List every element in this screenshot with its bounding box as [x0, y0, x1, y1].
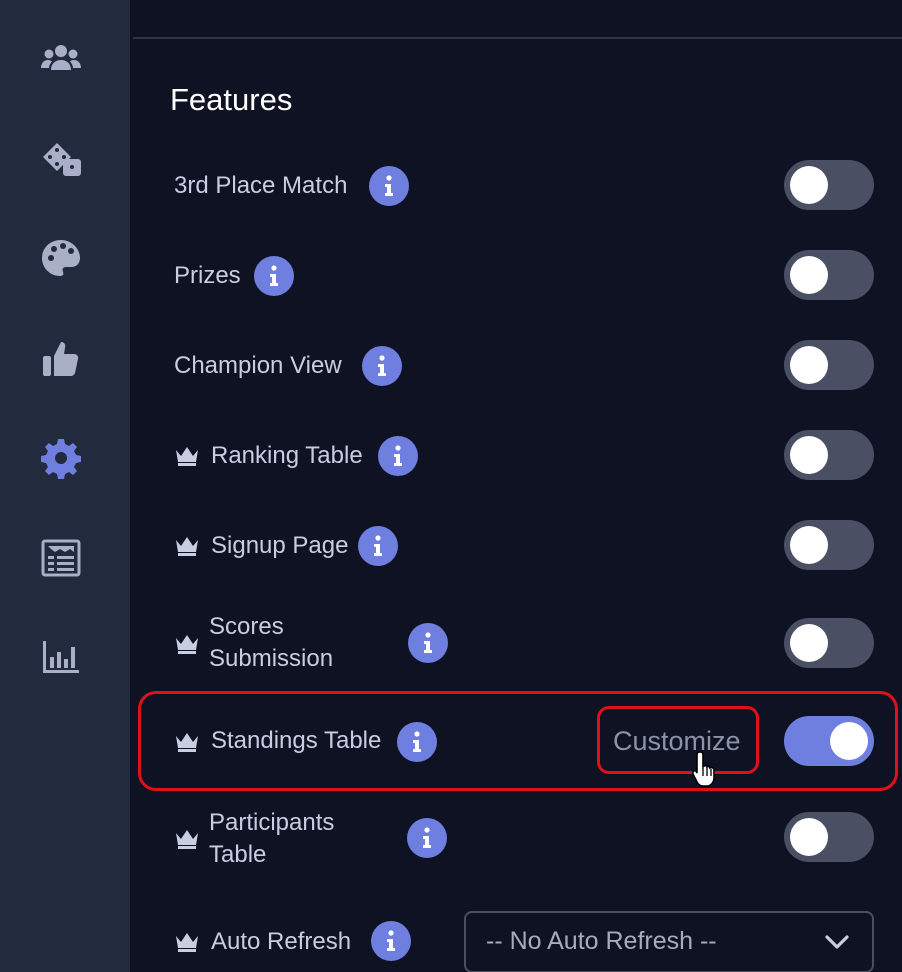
toggle-participants-table[interactable] — [784, 812, 874, 862]
toggle-knob — [790, 818, 828, 856]
crown-icon — [174, 535, 200, 557]
newspaper-icon[interactable] — [36, 533, 86, 583]
info-icon[interactable] — [407, 818, 447, 858]
toggle-knob — [790, 624, 828, 662]
crown-icon — [174, 731, 200, 753]
toggle-knob — [790, 346, 828, 384]
feature-label-line2: Table — [209, 841, 267, 868]
info-icon[interactable] — [408, 623, 448, 663]
toggle-champion-view[interactable] — [784, 340, 874, 390]
divider — [133, 37, 902, 39]
gear-icon[interactable] — [36, 433, 86, 483]
info-icon[interactable] — [369, 166, 409, 206]
info-icon[interactable] — [397, 722, 437, 762]
feature-row-signup-page: Signup Page — [130, 510, 902, 580]
info-icon[interactable] — [362, 346, 402, 386]
toggle-knob — [790, 526, 828, 564]
feature-label-line2: Submission — [209, 645, 334, 672]
feature-row-3rd-place-match: 3rd Place Match — [130, 150, 902, 220]
crown-icon — [174, 633, 200, 655]
toggle-3rd-place-match[interactable] — [784, 160, 874, 210]
hand-cursor-icon — [692, 751, 715, 787]
info-icon[interactable] — [378, 436, 418, 476]
crown-icon — [174, 931, 200, 953]
feature-label: Ranking Table — [211, 442, 363, 469]
toggle-knob — [790, 166, 828, 204]
palette-icon[interactable] — [36, 233, 86, 283]
toggle-knob — [830, 722, 868, 760]
info-icon[interactable] — [254, 256, 294, 296]
toggle-standings-table[interactable] — [784, 716, 874, 766]
feature-row-participants-table: Participants Table — [130, 804, 902, 874]
customize-link[interactable]: Customize — [613, 724, 741, 758]
select-value: -- No Auto Refresh -- — [486, 927, 717, 955]
feature-label-line1: Scores — [209, 613, 284, 640]
feature-label: Prizes — [174, 262, 241, 289]
chevron-down-icon — [825, 935, 849, 949]
auto-refresh-select[interactable]: -- No Auto Refresh -- — [464, 911, 874, 972]
feature-row-champion-view: Champion View — [130, 330, 902, 400]
dice-icon[interactable] — [36, 134, 86, 184]
feature-row-prizes: Prizes — [130, 240, 902, 310]
toggle-knob — [790, 256, 828, 294]
sidebar — [0, 0, 130, 972]
feature-row-ranking-table: Ranking Table — [130, 420, 902, 490]
info-icon[interactable] — [371, 921, 411, 961]
toggle-prizes[interactable] — [784, 250, 874, 300]
feature-label: Standings Table — [211, 727, 382, 754]
toggle-ranking-table[interactable] — [784, 430, 874, 480]
feature-label: Signup Page — [211, 532, 349, 559]
bar-chart-icon[interactable] — [36, 632, 86, 682]
feature-row-standings-table: Standings Table — [130, 706, 902, 776]
section-title: Features — [170, 82, 293, 117]
thumbs-up-icon[interactable] — [36, 333, 86, 383]
users-icon[interactable] — [36, 34, 86, 84]
feature-label: Champion View — [174, 352, 342, 379]
toggle-signup-page[interactable] — [784, 520, 874, 570]
info-icon[interactable] — [358, 526, 398, 566]
toggle-scores-submission[interactable] — [784, 618, 874, 668]
toggle-knob — [790, 436, 828, 474]
feature-label: Auto Refresh — [211, 928, 352, 955]
crown-icon — [174, 828, 200, 850]
feature-row-scores-submission: Scores Submission — [130, 608, 902, 678]
feature-label: 3rd Place Match — [174, 172, 348, 199]
crown-icon — [174, 445, 200, 467]
settings-panel: Features 3rd Place Match Prizes Champion… — [130, 0, 902, 972]
feature-label-line1: Participants — [209, 809, 335, 836]
